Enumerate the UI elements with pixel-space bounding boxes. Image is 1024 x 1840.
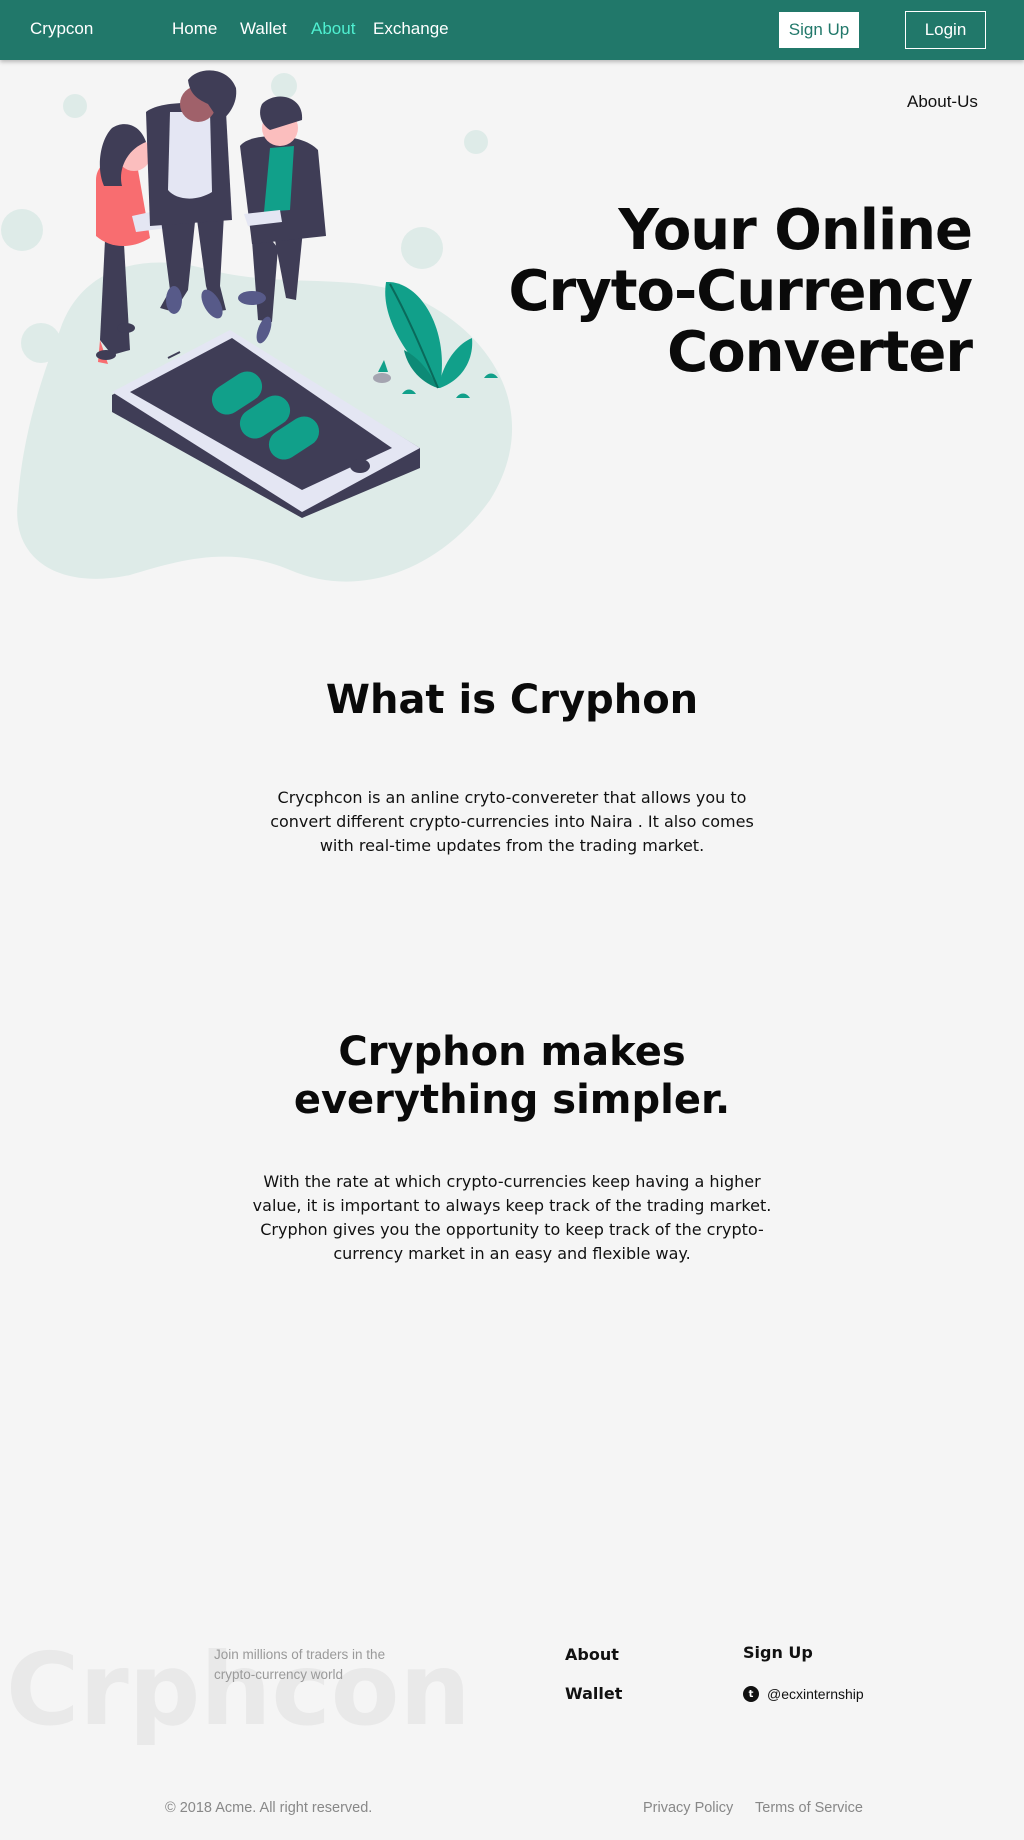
- nav-link-about[interactable]: About: [311, 19, 355, 39]
- simpler-text: With the rate at which crypto-currencies…: [252, 1172, 772, 1263]
- what-is-text: Crycphcon is an anline cryto-convereter …: [270, 788, 754, 855]
- twitter-icon: t: [743, 1686, 759, 1702]
- login-button[interactable]: Login: [905, 11, 986, 49]
- footer-social-link[interactable]: t @ecxinternship: [743, 1686, 864, 1702]
- footer-link-wallet[interactable]: Wallet: [565, 1684, 622, 1703]
- terms-of-service-link[interactable]: Terms of Service: [755, 1800, 863, 1816]
- brand-logo[interactable]: Crypcon: [30, 19, 93, 39]
- hero-title: Your Online Cryto-Currency Converter: [472, 198, 973, 385]
- hero-title-line-1: Your Online: [618, 198, 973, 263]
- decor-circle: [63, 94, 87, 118]
- decor-circle: [401, 227, 443, 269]
- decor-circle: [21, 323, 61, 363]
- decor-circle: [1, 209, 43, 251]
- nav-link-wallet[interactable]: Wallet: [240, 19, 287, 39]
- social-handle: @ecxinternship: [767, 1686, 864, 1702]
- what-is-title: What is Cryphon: [325, 677, 699, 723]
- nav-link-home[interactable]: Home: [172, 19, 217, 39]
- copyright-text: © 2018 Acme. All right reserved.: [165, 1800, 373, 1816]
- decor-circle: [464, 130, 488, 154]
- hero-title-line-2: Cryto-Currency: [508, 259, 973, 324]
- decor-circle: [271, 73, 297, 99]
- hero-illustration: [1, 70, 513, 582]
- signup-button[interactable]: Sign Up: [779, 12, 859, 48]
- footer-tagline: Join millions of traders in the crypto-c…: [214, 1647, 386, 1682]
- hero-title-line-3: Converter: [667, 320, 973, 385]
- footer-link-about[interactable]: About: [565, 1645, 619, 1664]
- about-us-link[interactable]: About-Us: [907, 92, 978, 112]
- simpler-title: Cryphon makes everything simpler.: [293, 1029, 731, 1123]
- privacy-policy-link[interactable]: Privacy Policy: [643, 1800, 733, 1816]
- nav-link-exchange[interactable]: Exchange: [373, 19, 449, 39]
- footer-link-signup[interactable]: Sign Up: [743, 1643, 813, 1662]
- navbar: Crypcon Home Wallet About Exchange Sign …: [0, 0, 1024, 60]
